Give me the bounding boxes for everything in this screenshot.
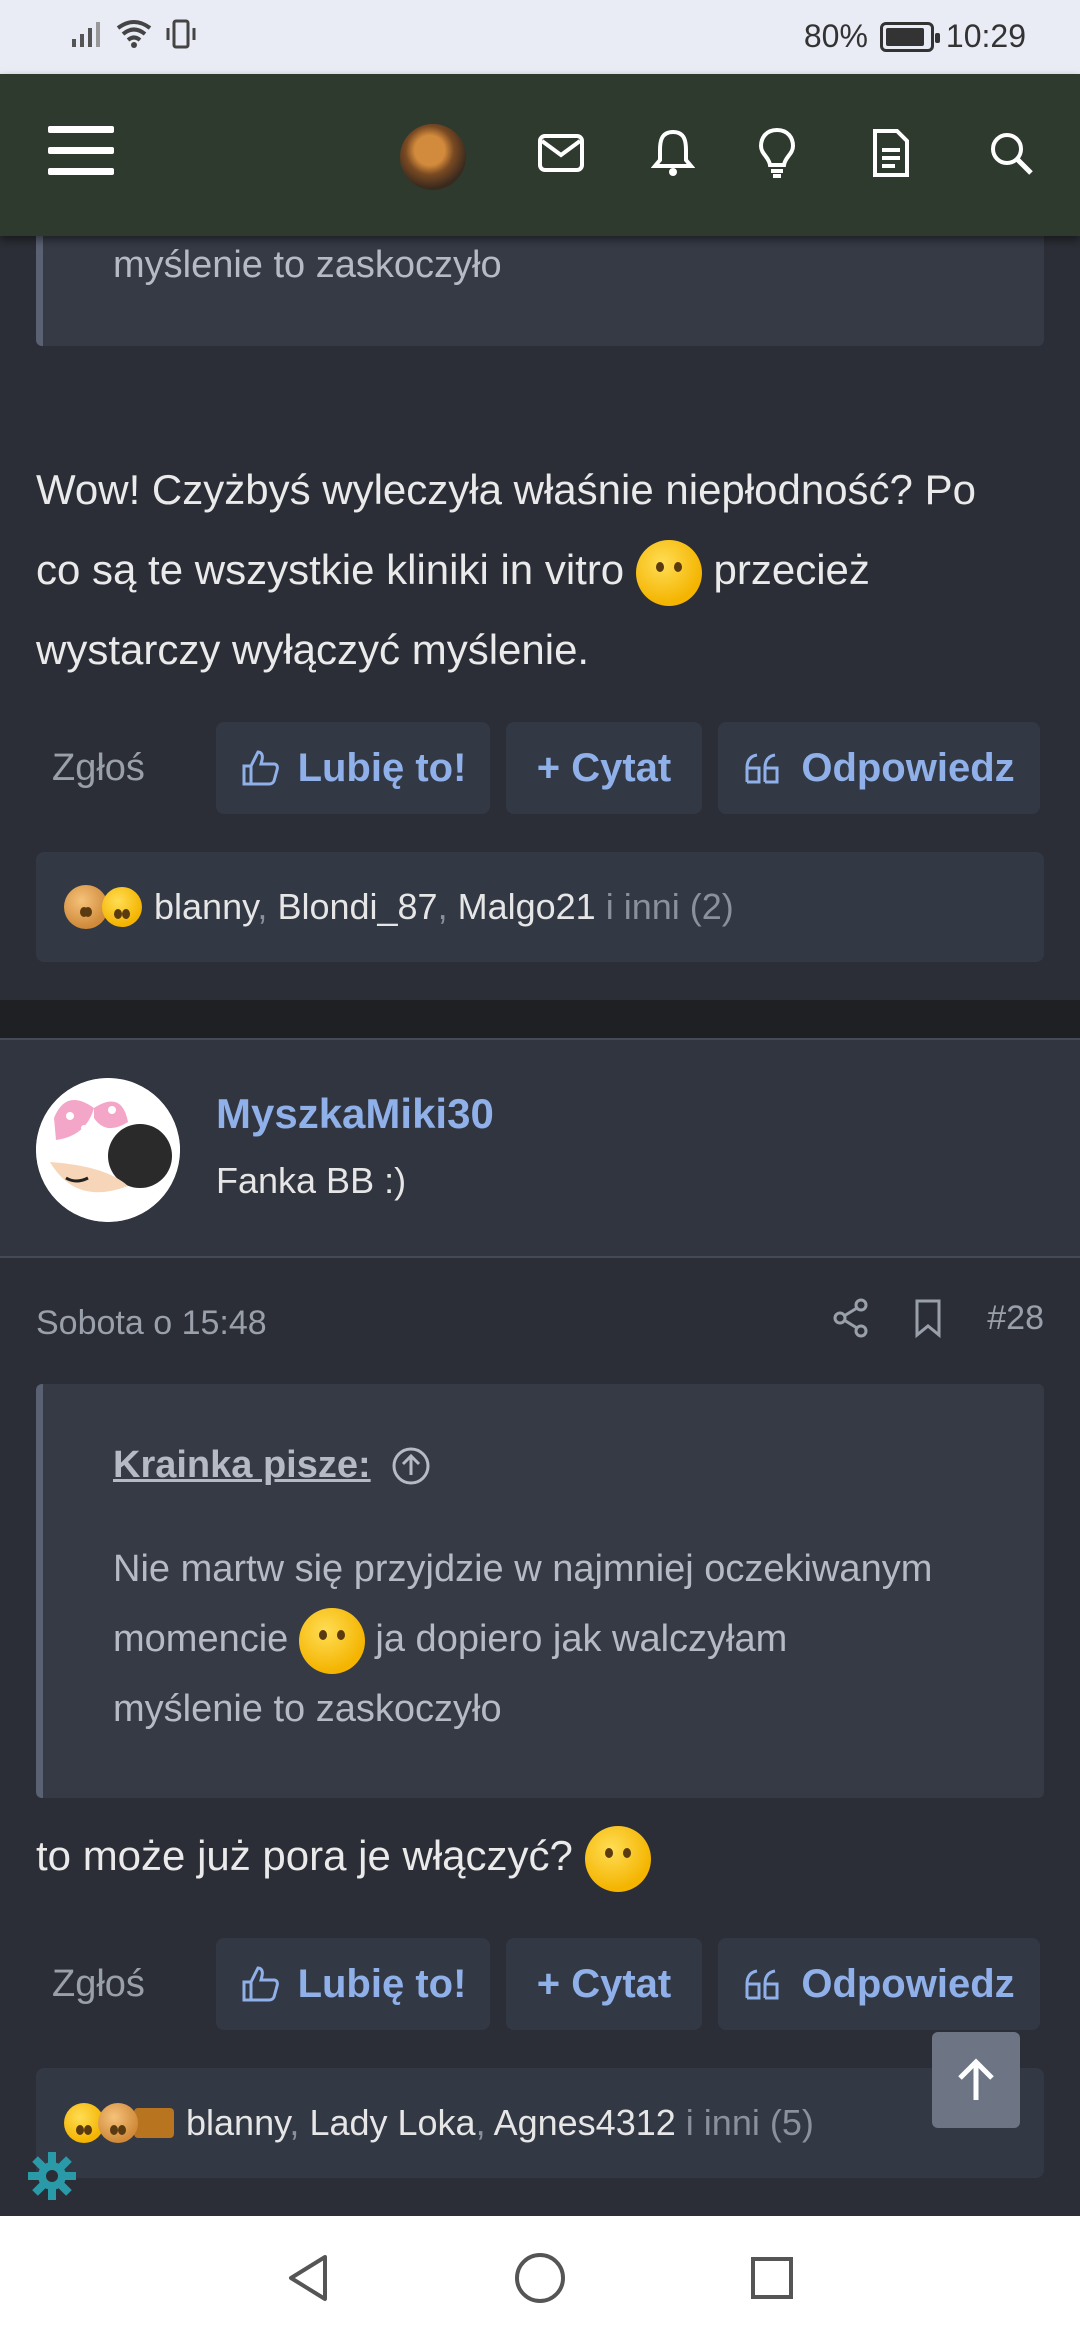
- quote-author-link[interactable]: Krainka pisze:: [113, 1444, 371, 1487]
- reactions-bar[interactable]: blanny, Lady Loka, Agnes4312 i inni (5): [36, 2068, 1044, 2178]
- thumbs-up-icon: [242, 1966, 279, 2002]
- post-meta: Sobota o 15:48 #28: [36, 1294, 1044, 1354]
- lightbulb-icon[interactable]: [744, 120, 810, 186]
- thumbs-up-reaction-icon: [98, 2103, 138, 2143]
- mail-icon[interactable]: [528, 120, 594, 186]
- post-body-line: wystarczy wyłączyć myślenie.: [36, 626, 590, 673]
- like-button[interactable]: Lubię to!: [216, 1938, 490, 2030]
- quote-button[interactable]: + Cytat: [506, 722, 702, 814]
- status-icons-right: 80% 10:29: [804, 18, 1026, 55]
- arrow-up-icon: [958, 2058, 994, 2100]
- reaction-users: blanny, Lady Loka, Agnes4312 i inni (5): [186, 2102, 814, 2143]
- thumbs-up-icon: [242, 750, 279, 786]
- scroll-to-top-button[interactable]: [932, 2032, 1020, 2128]
- signal-icon: [72, 22, 100, 47]
- post-date[interactable]: Sobota o 15:48: [36, 1304, 267, 1343]
- home-icon[interactable]: [508, 2246, 572, 2310]
- reaction-others[interactable]: i inni (5): [686, 2102, 814, 2143]
- post-actions: Zgłoś Lubię to! + Cytat Odpowiedz: [36, 1938, 1046, 2030]
- quote-header: Krainka pisze:: [113, 1444, 431, 1487]
- grin-reaction-icon: [102, 887, 142, 927]
- post-separator: [0, 1000, 1080, 1038]
- clock: 10:29: [945, 18, 1026, 54]
- reactions-bar[interactable]: blanny, Blondi_87, Malgo21 i inni (2): [36, 852, 1044, 962]
- post-body: Wow! Czyżbyś wyleczyła właśnie niepłodno…: [36, 450, 1046, 690]
- quote-text: Nie martw się przyjdzie w najmniej oczek…: [113, 1548, 933, 1730]
- report-link[interactable]: Zgłoś: [36, 747, 216, 790]
- report-link[interactable]: Zgłoś: [36, 1963, 216, 2006]
- reply-button[interactable]: Odpowiedz: [718, 1938, 1040, 2030]
- battery-icon: [879, 21, 940, 52]
- bell-icon[interactable]: [640, 120, 706, 186]
- like-button[interactable]: Lubię to!: [216, 722, 490, 814]
- back-icon[interactable]: [276, 2246, 340, 2310]
- thinking-emoji-icon: [584, 1825, 651, 1892]
- post-actions: Zgłoś Lubię to! + Cytat Odpowiedz: [36, 722, 1046, 814]
- post-body: to może już pora je włączyć?: [36, 1816, 1046, 1896]
- quote-button[interactable]: + Cytat: [506, 1938, 702, 2030]
- box-reaction-icon: [134, 2108, 174, 2138]
- quote-marks-icon: [745, 1969, 779, 2000]
- thinking-emoji-icon: [635, 539, 702, 606]
- share-icon[interactable]: [833, 1298, 869, 1338]
- user-title: Fanka BB :): [216, 1160, 407, 1201]
- vibrate-icon: [166, 19, 196, 49]
- quote-block: Krainka pisze: Nie martw się przyjdzie w…: [36, 1384, 1044, 1798]
- bookmark-icon[interactable]: [913, 1298, 943, 1338]
- reaction-others[interactable]: i inni (2): [606, 886, 734, 927]
- user-avatar-icon[interactable]: [400, 124, 466, 190]
- wink-emoji-icon: [298, 1607, 365, 1674]
- arrow-up-circle-icon[interactable]: [391, 1446, 431, 1486]
- battery-percent: 80%: [803, 18, 868, 54]
- username[interactable]: MyszkaMiki30: [216, 1090, 494, 1138]
- recents-icon[interactable]: [740, 2246, 804, 2310]
- post-body-line: Wow! Czyżbyś wyleczyła właśnie niepłodno…: [36, 466, 976, 513]
- user-avatar[interactable]: [36, 1078, 180, 1222]
- post-author-block: MyszkaMiki30 Fanka BB :): [0, 1038, 1080, 1258]
- quote-marks-icon: [745, 753, 779, 784]
- status-bar: 80% 10:29: [0, 0, 1080, 74]
- system-navigation-bar: [0, 2216, 1080, 2340]
- document-icon[interactable]: [858, 120, 924, 186]
- reply-button[interactable]: Odpowiedz: [718, 722, 1040, 814]
- site-navbar: [0, 74, 1080, 236]
- post-meta-icons: #28: [833, 1298, 1044, 1338]
- post-number[interactable]: #28: [987, 1299, 1044, 1338]
- search-icon[interactable]: [978, 120, 1044, 186]
- hamburger-icon[interactable]: [48, 126, 114, 182]
- status-icons-left: [70, 18, 198, 50]
- reaction-users: blanny, Blondi_87, Malgo21 i inni (2): [154, 886, 734, 927]
- quote-text: myślenie to zaskoczyło: [113, 244, 502, 286]
- wifi-icon: [116, 20, 152, 48]
- gear-icon[interactable]: [26, 2150, 78, 2202]
- post-body-line: co są te wszystkie kliniki in vitro prze…: [36, 530, 1046, 610]
